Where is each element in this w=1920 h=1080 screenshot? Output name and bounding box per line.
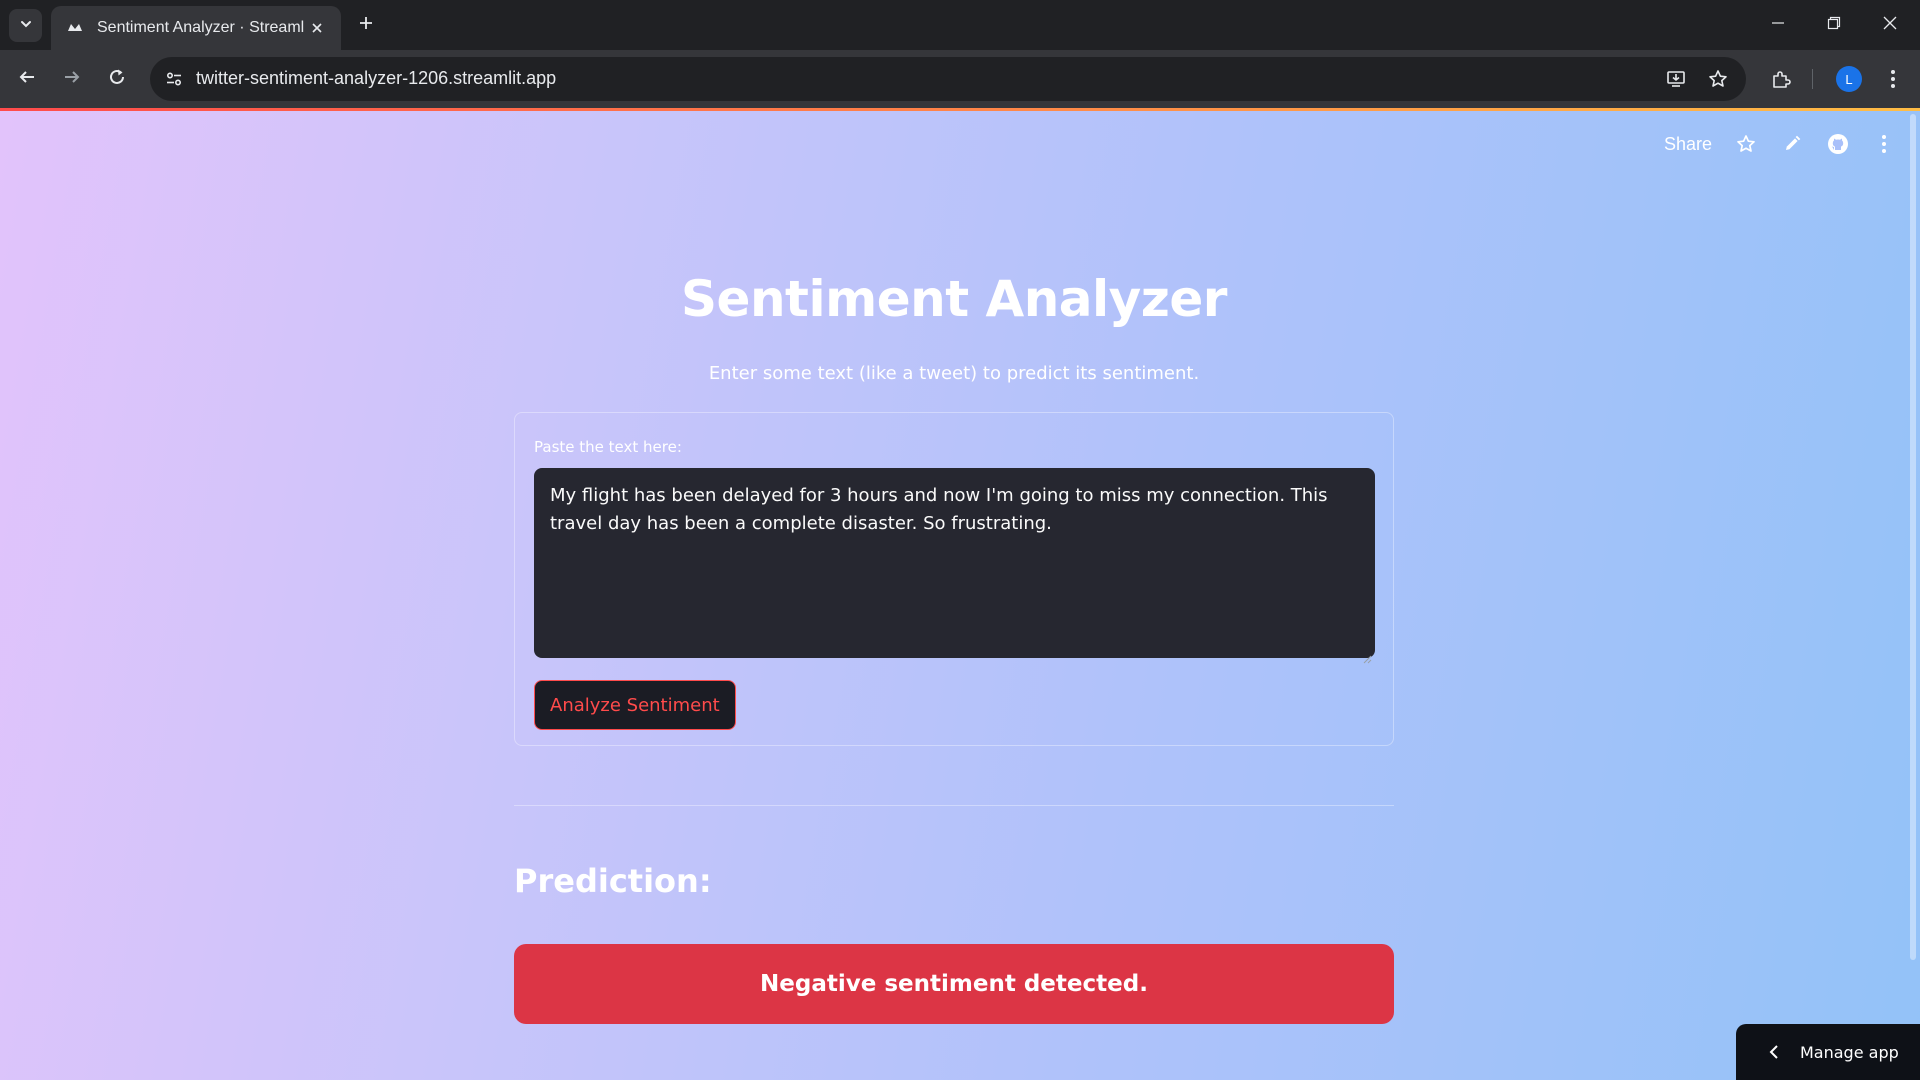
address-bar[interactable]: twitter-sentiment-analyzer-1206.streamli… <box>150 57 1746 101</box>
github-icon[interactable] <box>1826 132 1850 156</box>
sentiment-form: Paste the text here: My flight has been … <box>514 412 1394 746</box>
url-text[interactable]: twitter-sentiment-analyzer-1206.streamli… <box>196 68 556 89</box>
prediction-heading: Prediction: <box>514 862 712 900</box>
bookmark-star-icon[interactable] <box>1704 65 1732 93</box>
edit-pencil-icon[interactable] <box>1780 132 1804 156</box>
sentiment-result-banner: Negative sentiment detected. <box>514 944 1394 1024</box>
restore-button[interactable] <box>1806 0 1862 48</box>
streamlit-logo-icon <box>65 18 85 38</box>
new-tab-button[interactable] <box>352 11 380 39</box>
close-window-button[interactable] <box>1862 0 1918 48</box>
minimize-button[interactable] <box>1750 0 1806 48</box>
minimize-icon <box>1771 15 1785 34</box>
install-app-icon[interactable] <box>1662 65 1690 93</box>
reload-icon <box>108 68 126 90</box>
chevron-left-icon <box>1764 1042 1784 1062</box>
back-button[interactable] <box>11 63 43 95</box>
page-scrollbar[interactable] <box>1910 114 1916 960</box>
page-subtitle: Enter some text (like a tweet) to predic… <box>708 363 1200 384</box>
browser-tab-active[interactable]: Sentiment Analyzer · Streamlit <box>51 6 341 50</box>
browser-tabstrip: Sentiment Analyzer · Streamlit <box>0 0 1920 50</box>
app-menu-icon[interactable] <box>1872 132 1896 156</box>
arrow-right-icon <box>63 68 81 90</box>
app-header-toolbar: Share <box>1664 132 1896 156</box>
header-decoration-bar <box>0 108 1920 111</box>
manage-app-label: Manage app <box>1800 1042 1899 1062</box>
close-tab-icon[interactable] <box>305 16 329 40</box>
site-info-icon[interactable] <box>160 65 188 93</box>
section-divider <box>514 805 1394 806</box>
forward-button[interactable] <box>56 63 88 95</box>
profile-avatar[interactable]: L <box>1836 66 1862 92</box>
extensions-icon[interactable] <box>1765 63 1797 95</box>
close-icon <box>1883 15 1897 34</box>
text-input-area[interactable]: My flight has been delayed for 3 hours a… <box>534 468 1375 664</box>
arrow-left-icon <box>18 68 36 90</box>
text-input-label: Paste the text here: <box>534 438 682 456</box>
tab-search-button[interactable] <box>9 9 42 42</box>
plus-icon <box>358 15 374 35</box>
resize-handle-icon[interactable] <box>1362 645 1372 664</box>
browser-toolbar: twitter-sentiment-analyzer-1206.streamli… <box>0 50 1920 108</box>
chevron-down-icon <box>19 16 33 35</box>
app-page: Share Sentiment Analyzer Enter some text… <box>0 108 1920 1080</box>
text-input-value: My flight has been delayed for 3 hours a… <box>550 485 1328 534</box>
share-button[interactable]: Share <box>1664 134 1712 155</box>
manage-app-button[interactable]: Manage app <box>1736 1024 1920 1080</box>
analyze-sentiment-button[interactable]: Analyze Sentiment <box>534 680 736 730</box>
page-title: Sentiment Analyzer <box>681 270 1227 328</box>
star-icon[interactable] <box>1734 132 1758 156</box>
restore-icon <box>1827 15 1841 34</box>
toolbar-divider <box>1812 69 1813 89</box>
tab-title: Sentiment Analyzer · Streamlit <box>97 19 305 36</box>
browser-menu-icon[interactable] <box>1877 63 1909 95</box>
reload-button[interactable] <box>101 63 133 95</box>
